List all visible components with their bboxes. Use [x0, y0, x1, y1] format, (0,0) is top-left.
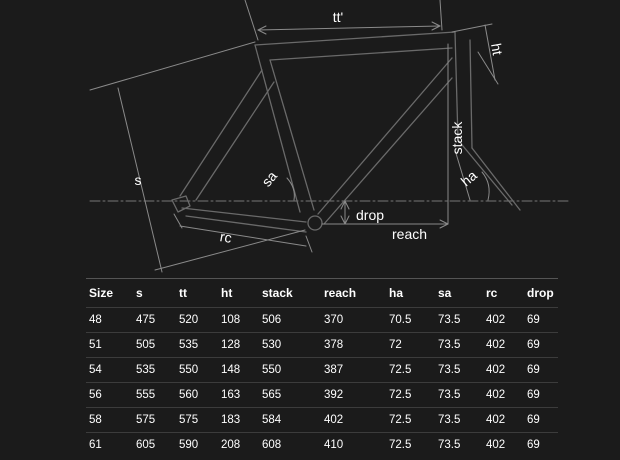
cell-stack: 565	[259, 382, 321, 408]
cell-rc: 402	[483, 307, 524, 333]
table-row: 58 575 575 183 584 402 72.5 73.5 402 69	[86, 407, 558, 433]
cell-ht: 208	[218, 432, 259, 457]
cell-reach: 370	[321, 307, 386, 333]
label-drop: drop	[356, 207, 384, 223]
cell-reach: 378	[321, 332, 386, 358]
cell-sa: 73.5	[435, 382, 483, 408]
cell-rc: 402	[483, 357, 524, 383]
cell-reach: 392	[321, 382, 386, 408]
table-row: 51 505 535 128 530 378 72 73.5 402 69	[86, 332, 558, 358]
cell-stack: 550	[259, 357, 321, 383]
cell-ha: 72.5	[386, 382, 435, 408]
cell-tt: 590	[176, 432, 218, 457]
cell-ht: 108	[218, 307, 259, 333]
cell-tt: 575	[176, 407, 218, 433]
table-header-row: Size s tt ht stack reach ha sa rc drop	[86, 278, 558, 308]
cell-rc: 402	[483, 407, 524, 433]
cell-rc: 402	[483, 332, 524, 358]
col-header-drop: drop	[527, 286, 554, 300]
cell-size: 61	[86, 432, 133, 457]
col-header-size: Size	[89, 286, 114, 300]
label-top-tube: tt'	[333, 9, 343, 25]
cell-reach: 410	[321, 432, 386, 457]
cell-stack: 530	[259, 332, 321, 358]
col-header-ht: ht	[221, 286, 233, 300]
cell-size: 54	[86, 357, 133, 383]
cell-s: 535	[133, 357, 176, 383]
col-header-sa: sa	[438, 286, 452, 300]
cell-reach: 402	[321, 407, 386, 433]
cell-drop: 69	[524, 382, 558, 408]
cell-stack: 608	[259, 432, 321, 457]
geometry-page: tt' ht stack s sa ha drop reach rc Size …	[0, 0, 620, 460]
cell-reach: 387	[321, 357, 386, 383]
cell-drop: 69	[524, 307, 558, 333]
cell-sa: 73.5	[435, 332, 483, 358]
cell-drop: 69	[524, 357, 558, 383]
cell-drop: 69	[524, 407, 558, 433]
cell-stack: 584	[259, 407, 321, 433]
dimension-lines	[89, 0, 499, 273]
cell-ht: 163	[218, 382, 259, 408]
cell-tt: 535	[176, 332, 218, 358]
cell-s: 555	[133, 382, 176, 408]
label-rear-center: rc	[219, 228, 233, 246]
table-row: 54 535 550 148 550 387 72.5 73.5 402 69	[86, 357, 558, 383]
col-header-tt: tt	[179, 286, 187, 300]
label-reach: reach	[392, 226, 427, 242]
cell-sa: 73.5	[435, 357, 483, 383]
cell-drop: 69	[524, 432, 558, 457]
cell-size: 58	[86, 407, 133, 433]
geometry-table: Size s tt ht stack reach ha sa rc drop 4…	[86, 278, 558, 457]
cell-s: 505	[133, 332, 176, 358]
cell-s: 475	[133, 307, 176, 333]
table-row: 61 605 590 208 608 410 72.5 73.5 402 69	[86, 432, 558, 457]
cell-ha: 72	[386, 332, 435, 358]
cell-sa: 73.5	[435, 407, 483, 433]
label-stack: stack	[449, 121, 465, 155]
cell-ht: 148	[218, 357, 259, 383]
label-seat-angle: sa	[258, 168, 280, 190]
cell-size: 48	[86, 307, 133, 333]
col-header-rc: rc	[486, 286, 498, 300]
cell-size: 56	[86, 382, 133, 408]
cell-sa: 73.5	[435, 307, 483, 333]
col-header-ha: ha	[389, 286, 404, 300]
label-seat-tube: s	[135, 172, 142, 188]
cell-stack: 506	[259, 307, 321, 333]
cell-sa: 73.5	[435, 432, 483, 457]
label-head-tube: ht	[488, 42, 506, 56]
frame-geometry-diagram: tt' ht stack s sa ha drop reach rc	[89, 0, 571, 273]
cell-tt: 550	[176, 357, 218, 383]
cell-drop: 69	[524, 332, 558, 358]
cell-tt: 520	[176, 307, 218, 333]
col-header-reach: reach	[324, 286, 357, 300]
cell-ha: 72.5	[386, 357, 435, 383]
cell-size: 51	[86, 332, 133, 358]
cell-ht: 128	[218, 332, 259, 358]
cell-s: 575	[133, 407, 176, 433]
table-row: 48 475 520 108 506 370 70.5 73.5 402 69	[86, 307, 558, 333]
cell-ha: 72.5	[386, 432, 435, 457]
cell-rc: 402	[483, 382, 524, 408]
cell-ha: 72.5	[386, 407, 435, 433]
col-header-stack: stack	[262, 286, 293, 300]
col-header-s: s	[136, 286, 143, 300]
cell-ha: 70.5	[386, 307, 435, 333]
cell-s: 605	[133, 432, 176, 457]
cell-rc: 402	[483, 432, 524, 457]
cell-tt: 560	[176, 382, 218, 408]
table-row: 56 555 560 163 565 392 72.5 73.5 402 69	[86, 382, 558, 408]
cell-ht: 183	[218, 407, 259, 433]
